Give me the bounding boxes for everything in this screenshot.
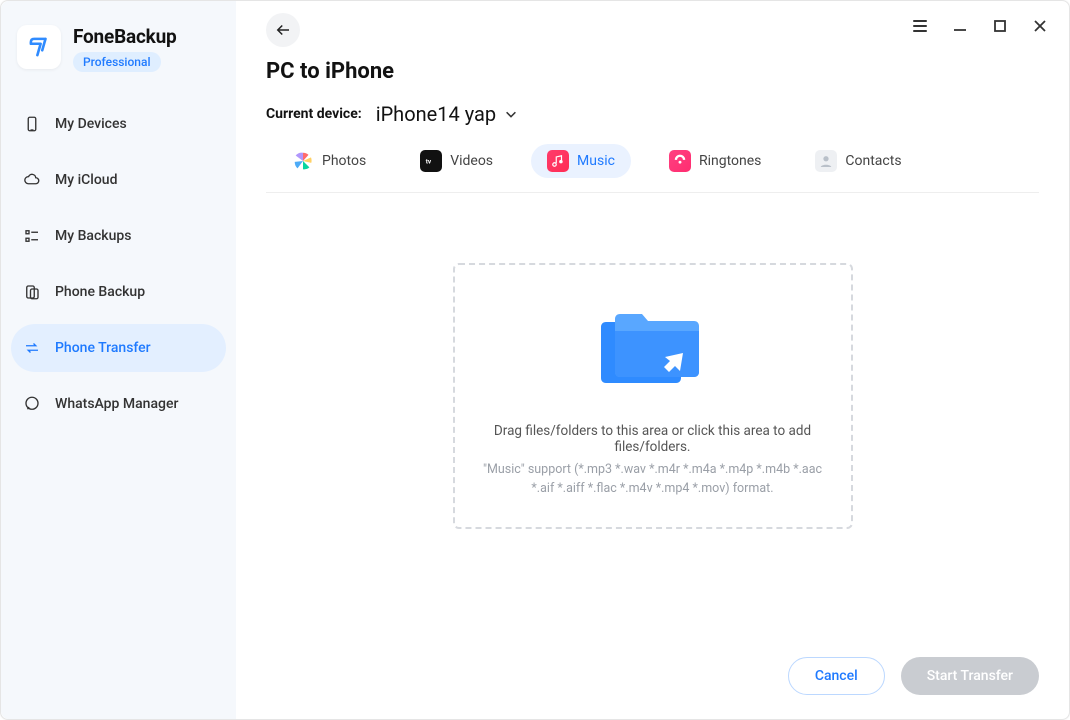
- category-tabs: Photos tv Videos Music Ringtones: [266, 140, 1039, 193]
- dropzone-text: Drag files/folders to this area or click…: [475, 423, 831, 455]
- brand-title: FoneBackup: [73, 25, 177, 48]
- device-label: Current device:: [266, 106, 362, 122]
- app-window: FoneBackup Professional My Devices My iC…: [0, 0, 1070, 720]
- dropzone-support-text: "Music" support (*.mp3 *.wav *.m4r *.m4a…: [475, 461, 831, 499]
- sidebar: FoneBackup Professional My Devices My iC…: [1, 1, 236, 719]
- chat-icon: [23, 395, 41, 413]
- folder-icon: [475, 305, 831, 401]
- sidebar-item-label: My Backups: [55, 228, 131, 244]
- chevron-down-icon: [504, 107, 518, 121]
- close-icon: [1032, 18, 1048, 34]
- sidebar-item-phone-transfer[interactable]: Phone Transfer: [11, 324, 226, 372]
- dropzone[interactable]: Drag files/folders to this area or click…: [453, 263, 853, 529]
- back-button[interactable]: [266, 13, 300, 47]
- phone-backup-icon: [23, 283, 41, 301]
- sidebar-item-phone-backup[interactable]: Phone Backup: [11, 268, 226, 316]
- brand-text: FoneBackup Professional: [73, 25, 177, 72]
- tab-label: Music: [577, 153, 615, 169]
- device-name: iPhone14 yap: [376, 102, 496, 126]
- music-icon: [547, 150, 569, 172]
- window-controls: [911, 17, 1049, 35]
- sidebar-item-my-icloud[interactable]: My iCloud: [11, 156, 226, 204]
- contacts-icon: [815, 150, 837, 172]
- minimize-icon: [952, 18, 968, 34]
- sidebar-item-whatsapp-manager[interactable]: WhatsApp Manager: [11, 380, 226, 428]
- device-icon: [23, 115, 41, 133]
- footer: Cancel Start Transfer: [266, 647, 1039, 701]
- sidebar-item-my-backups[interactable]: My Backups: [11, 212, 226, 260]
- main-content: PC to iPhone Current device: iPhone14 ya…: [236, 1, 1069, 719]
- device-row: Current device: iPhone14 yap: [266, 102, 1039, 126]
- tab-photos[interactable]: Photos: [276, 144, 382, 178]
- start-transfer-button[interactable]: Start Transfer: [901, 657, 1039, 695]
- svg-text:tv: tv: [426, 157, 432, 165]
- tab-videos[interactable]: tv Videos: [404, 144, 509, 178]
- cancel-button[interactable]: Cancel: [788, 657, 885, 695]
- close-button[interactable]: [1031, 17, 1049, 35]
- transfer-icon: [23, 339, 41, 357]
- maximize-icon: [992, 18, 1008, 34]
- cloud-icon: [23, 171, 41, 189]
- ringtones-icon: [669, 150, 691, 172]
- tab-label: Videos: [450, 153, 493, 169]
- content-area: Drag files/folders to this area or click…: [266, 193, 1039, 647]
- brand-badge: Professional: [73, 52, 161, 72]
- sidebar-nav: My Devices My iCloud My Backups Phone Ba…: [11, 100, 226, 428]
- sidebar-item-label: My Devices: [55, 116, 127, 132]
- page-title: PC to iPhone: [266, 59, 1039, 84]
- sidebar-item-label: My iCloud: [55, 172, 117, 188]
- photos-icon: [292, 150, 314, 172]
- brand: FoneBackup Professional: [11, 19, 226, 86]
- maximize-button[interactable]: [991, 17, 1009, 35]
- videos-icon: tv: [420, 150, 442, 172]
- tab-music[interactable]: Music: [531, 144, 631, 178]
- tab-contacts[interactable]: Contacts: [799, 144, 917, 178]
- minimize-button[interactable]: [951, 17, 969, 35]
- sidebar-item-label: Phone Transfer: [55, 340, 151, 356]
- menu-icon: [913, 20, 927, 32]
- tab-ringtones[interactable]: Ringtones: [653, 144, 777, 178]
- tab-label: Contacts: [845, 153, 901, 169]
- device-selector[interactable]: iPhone14 yap: [376, 102, 518, 126]
- tab-label: Ringtones: [699, 153, 761, 169]
- arrow-left-icon: [274, 21, 292, 39]
- sidebar-item-my-devices[interactable]: My Devices: [11, 100, 226, 148]
- sidebar-item-label: Phone Backup: [55, 284, 145, 300]
- brand-logo-icon: [17, 25, 61, 69]
- tab-label: Photos: [322, 153, 366, 169]
- list-icon: [23, 227, 41, 245]
- sidebar-item-label: WhatsApp Manager: [55, 396, 178, 412]
- menu-button[interactable]: [911, 17, 929, 35]
